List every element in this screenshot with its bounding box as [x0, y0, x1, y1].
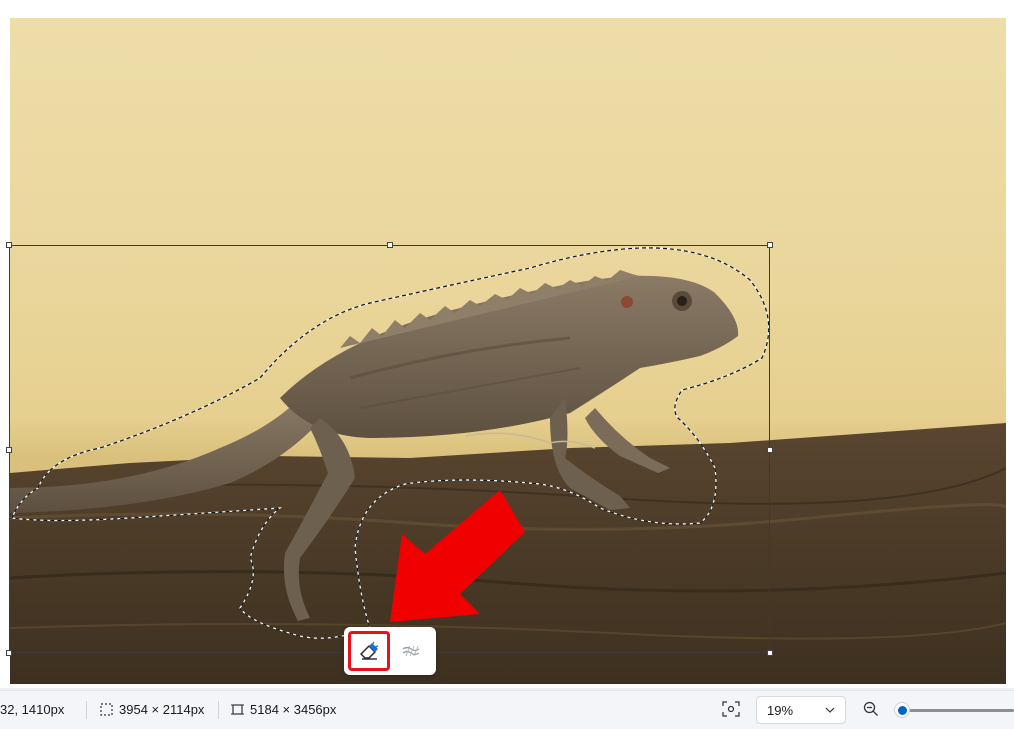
fit-to-window-icon [722, 701, 740, 717]
resize-handle-right[interactable] [767, 447, 773, 453]
chevron-down-icon [825, 707, 835, 713]
image-frame-icon [231, 704, 244, 715]
generative-fill-icon [402, 645, 420, 657]
status-divider [86, 701, 87, 719]
eraser-icon [360, 641, 379, 660]
zoom-out-icon [863, 701, 878, 716]
generative-fill-button[interactable] [390, 631, 432, 671]
cursor-position-value: 32, 1410px [0, 702, 65, 717]
resize-handle-top-left[interactable] [6, 242, 12, 248]
resize-handle-top[interactable] [387, 242, 393, 248]
resize-handle-left[interactable] [6, 447, 12, 453]
status-bar: 32, 1410px 3954 × 2114px 5184 × 3456px 1… [0, 690, 1014, 729]
image-size-value: 5184 × 3456px [250, 702, 337, 717]
selection-size: 3954 × 2114px [100, 702, 204, 717]
resize-handle-bottom-right[interactable] [767, 650, 773, 656]
zoom-out-button[interactable] [863, 701, 879, 717]
cursor-position: 32, 1410px [0, 702, 64, 717]
zoom-level-dropdown[interactable]: 19% [756, 696, 846, 724]
resize-handle-top-right[interactable] [767, 242, 773, 248]
selection-size-value: 3954 × 2114px [119, 702, 205, 717]
selection-marquee-icon [100, 703, 113, 716]
resize-handle-bottom-left[interactable] [6, 650, 12, 656]
annotation-arrow [390, 490, 525, 622]
zoom-slider-thumb[interactable] [894, 702, 910, 718]
zoom-slider-track[interactable] [900, 709, 1014, 712]
erase-selection-button[interactable] [348, 631, 390, 671]
image-size: 5184 × 3456px [231, 702, 336, 717]
canvas-right-edge [1006, 8, 1014, 688]
zoom-level-value: 19% [767, 702, 794, 718]
fit-to-window-button[interactable] [722, 701, 740, 717]
status-divider [218, 701, 219, 719]
floating-toolbar [344, 627, 436, 675]
